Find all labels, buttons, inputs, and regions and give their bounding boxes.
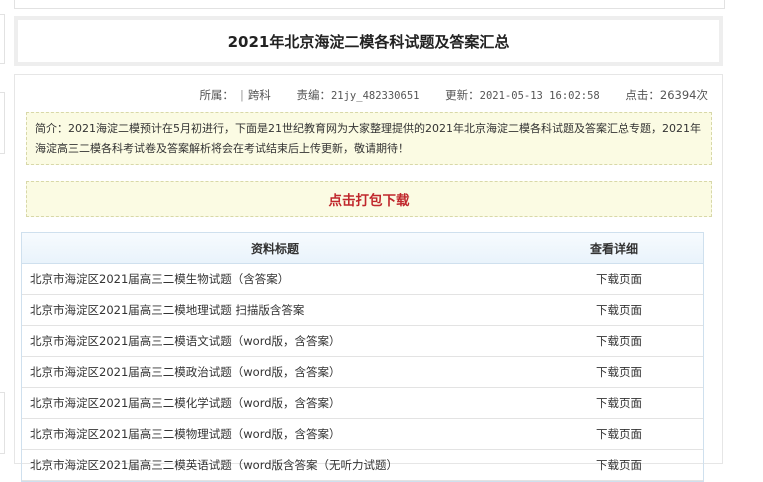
download-page-link[interactable]: 下载页面 <box>528 364 703 380</box>
resource-title-link[interactable]: 北京市海淀区2021届高三二模英语试题（word版含答案（无听力试题） <box>22 457 528 473</box>
table-row: 北京市海淀区2021届高三二模地理试题 扫描版含答案 下载页面 <box>22 295 703 326</box>
resource-title-link[interactable]: 北京市海淀区2021届高三二模物理试题（word版，含答案） <box>22 426 528 442</box>
table-header: 资料标题 查看详细 <box>22 233 703 264</box>
meta-bar: 所属： | 跨科 责编：21jy_482330651 更新：2021-05-13 1… <box>199 87 708 103</box>
left-panel-edge <box>0 92 5 154</box>
resource-title-link[interactable]: 北京市海淀区2021届高三二模政治试题（word版，含答案） <box>22 364 528 380</box>
title-box: 2021年北京海淀二模各科试题及答案汇总 <box>14 16 723 66</box>
separator: | <box>239 88 244 102</box>
table-row: 北京市海淀区2021届高三二模物理试题（word版，含答案） 下载页面 <box>22 419 703 450</box>
clicks-label: 点击： <box>625 88 660 102</box>
resource-table: 资料标题 查看详细 北京市海淀区2021届高三二模生物试题（含答案） 下载页面 … <box>21 232 704 482</box>
content-panel: 所属： | 跨科 责编：21jy_482330651 更新：2021-05-13 1… <box>14 74 723 482</box>
clicks-value: 26394次 <box>659 88 708 102</box>
table-row: 北京市海淀区2021届高三二模语文试题（word版，含答案） 下载页面 <box>22 326 703 357</box>
updated-value: 2021-05-13 16:02:58 <box>479 90 600 102</box>
left-panel-edge <box>0 392 5 454</box>
download-page-link[interactable]: 下载页面 <box>528 457 703 473</box>
table-row: 北京市海淀区2021届高三二模英语试题（word版含答案（无听力试题） 下载页面 <box>22 450 703 481</box>
resource-title-link[interactable]: 北京市海淀区2021届高三二模地理试题 扫描版含答案 <box>22 302 528 318</box>
resource-title-link[interactable]: 北京市海淀区2021届高三二模化学试题（word版，含答案） <box>22 395 528 411</box>
belong-label: 所属： <box>199 88 234 102</box>
resource-title-link[interactable]: 北京市海淀区2021届高三二模语文试题（word版，含答案） <box>22 333 528 349</box>
table-row: 北京市海淀区2021届高三二模生物试题（含答案） 下载页面 <box>22 264 703 295</box>
download-page-link[interactable]: 下载页面 <box>528 395 703 411</box>
editor-value: 21jy_482330651 <box>330 90 420 102</box>
belong-link[interactable]: 跨科 <box>248 88 271 102</box>
table-row: 北京市海淀区2021届高三二模政治试题（word版，含答案） 下载页面 <box>22 357 703 388</box>
editor-label: 责编： <box>296 88 331 102</box>
download-page-link[interactable]: 下载页面 <box>528 333 703 349</box>
page-title: 2021年北京海淀二模各科试题及答案汇总 <box>227 32 510 51</box>
table-row: 北京市海淀区2021届高三二模化学试题（word版，含答案） 下载页面 <box>22 388 703 419</box>
download-page-link[interactable]: 下载页面 <box>528 271 703 287</box>
updated-label: 更新： <box>445 88 480 102</box>
left-panel-edge <box>0 14 5 64</box>
download-page-link[interactable]: 下载页面 <box>528 426 703 442</box>
header-detail: 查看详细 <box>590 241 639 256</box>
pack-download-button[interactable]: 点击打包下载 <box>329 189 410 209</box>
resource-title-link[interactable]: 北京市海淀区2021届高三二模生物试题（含答案） <box>22 271 528 287</box>
intro-text: 简介：2021海淀二模预计在5月初进行，下面是21世纪教育网为大家整理提供的20… <box>26 112 712 165</box>
top-panel-edge <box>14 0 725 9</box>
header-title: 资料标题 <box>250 241 299 256</box>
download-box: 点击打包下载 <box>26 181 712 217</box>
download-page-link[interactable]: 下载页面 <box>528 302 703 318</box>
